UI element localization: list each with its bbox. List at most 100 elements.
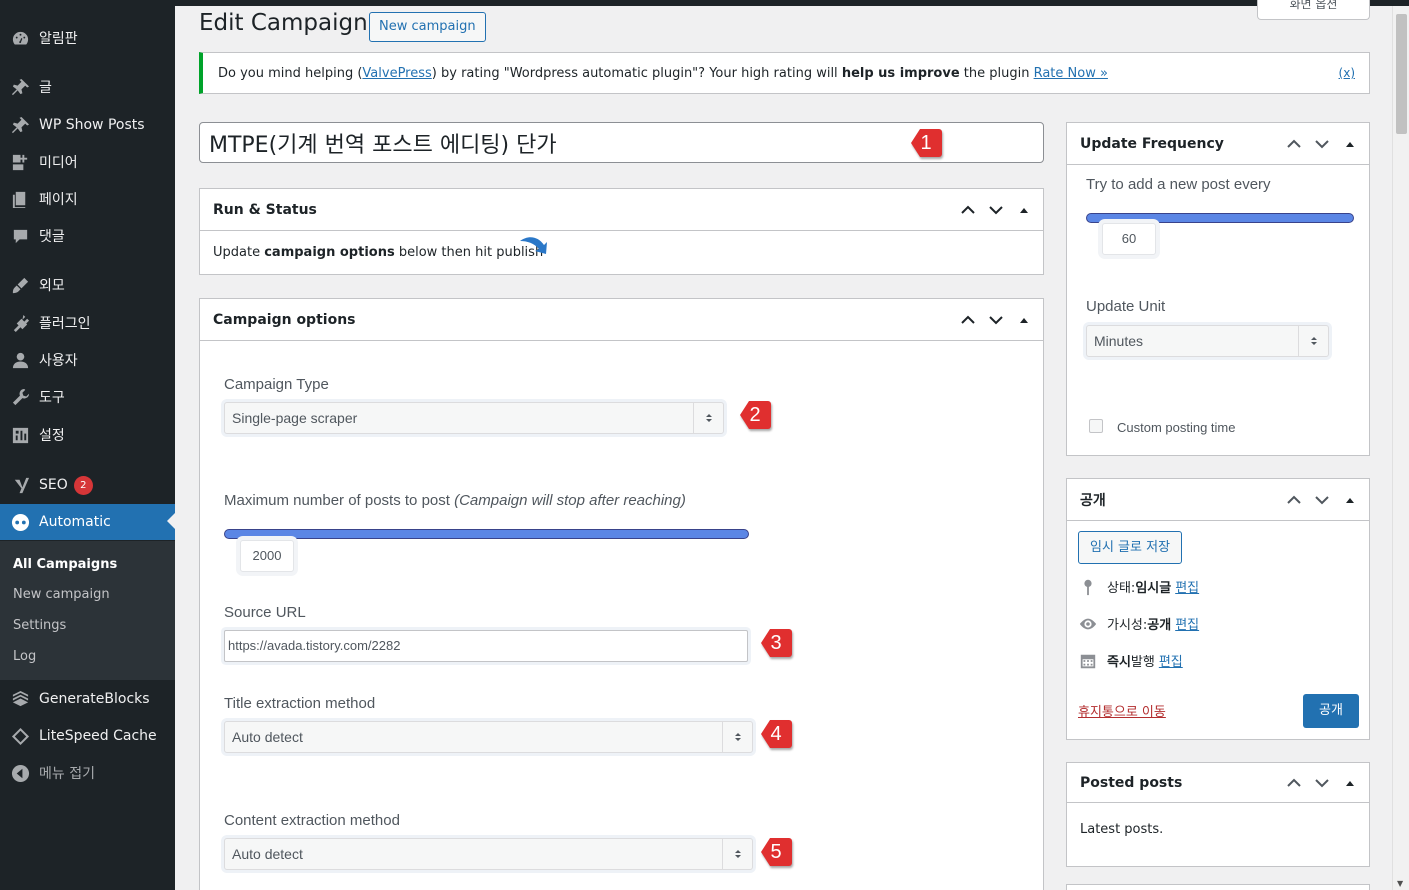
run-status-text: Update campaign options below then hit p… [213,245,543,260]
posted-posts-box: Posted posts Latest posts. [1066,762,1370,867]
menu-label: 페이지 [39,192,78,208]
update-frequency-box: Update Frequency [1066,122,1370,456]
campaign-type-select[interactable]: Single-page scraper [224,402,724,434]
new-campaign-button[interactable]: New campaign [369,12,486,42]
move-up-icon[interactable] [1283,772,1305,794]
menu-item-posts[interactable]: 글 [0,69,175,105]
status-row: 상태: 임시글 편집 [1079,577,1199,596]
postbox-header: Campaign options [200,299,1043,341]
menu-item-media[interactable]: 미디어 [0,144,175,180]
automatic-submenu: All Campaigns New campaign Settings Log [0,541,175,680]
menu-label: 미디어 [39,155,78,171]
collapse-menu-button[interactable]: 메뉴 접기 [0,755,175,791]
generateblocks-icon [10,689,30,709]
source-url-input[interactable]: https://avada.tistory.com/2282 [224,630,748,662]
annotation-marker-3: 3 [759,626,793,660]
edit-visibility-link[interactable]: 편집 [1175,614,1199,633]
menu-label: 글 [39,80,52,96]
frequency-slider[interactable] [1086,213,1354,223]
menu-item-dashboard[interactable]: 알림판 [0,20,175,56]
content-method-select[interactable]: Auto detect [224,838,753,870]
schedule-row: 즉시 발행 편집 [1079,651,1183,670]
menu-item-settings[interactable]: 설정 [0,417,175,453]
rating-notice: Do you mind helping (ValvePress) by rati… [199,52,1370,94]
max-posts-value[interactable]: 2000 [240,540,294,572]
move-up-icon[interactable] [957,199,979,221]
notice-text: ) by rating "Wordpress automatic plugin"… [431,66,842,81]
edit-schedule-link[interactable]: 편집 [1159,651,1183,670]
menu-item-wp-show-posts[interactable]: WP Show Posts [0,107,175,143]
menu-label: WP Show Posts [39,117,145,133]
max-posts-slider[interactable] [224,529,749,539]
move-down-icon[interactable] [1311,489,1333,511]
menu-item-automatic[interactable]: Automatic [0,504,175,540]
move-down-icon[interactable] [985,199,1007,221]
page-scrollbar[interactable]: ▼ [1392,6,1409,890]
media-icon [10,152,30,172]
edit-status-link[interactable]: 편집 [1175,577,1199,596]
move-down-icon[interactable] [1311,772,1333,794]
yoast-icon [10,475,30,495]
update-count-badge: 2 [73,475,93,495]
submenu-new-campaign[interactable]: New campaign [13,587,110,602]
row-value: 공개 [1147,618,1172,633]
menu-item-users[interactable]: 사용자 [0,342,175,378]
save-draft-button[interactable]: 임시 글로 저장 [1078,531,1183,564]
postbox-title: Update Frequency [1080,135,1224,152]
move-up-icon[interactable] [1283,489,1305,511]
move-up-icon[interactable] [1283,133,1305,155]
move-down-icon[interactable] [1311,133,1333,155]
submenu-all-campaigns[interactable]: All Campaigns [13,557,117,572]
menu-label: LiteSpeed Cache [39,728,157,744]
label-text: Maximum number of posts to post [224,492,455,509]
menu-label: Automatic [39,514,111,530]
menu-item-plugins[interactable]: 플러그인 [0,305,175,341]
label-note: (Campaign will stop after reaching) [454,492,686,509]
user-icon [10,350,30,370]
notice-text: Do you mind helping ( [218,66,363,81]
annotation-marker-5: 5 [759,835,793,869]
annotation-marker-2: 2 [738,398,772,432]
menu-label: 사용자 [39,353,78,369]
notice-dismiss-link[interactable]: (x) [1339,66,1355,80]
content-method-label: Content extraction method [224,812,400,829]
submenu-log[interactable]: Log [13,649,36,664]
notice-text: the plugin [959,66,1034,81]
menu-item-seo[interactable]: SEO 2 [0,467,175,503]
menu-item-comments[interactable]: 댓글 [0,218,175,254]
toggle-panel-icon[interactable] [1339,772,1361,794]
scroll-down-icon[interactable]: ▼ [1397,879,1403,888]
litespeed-icon [10,726,30,746]
marker-number: 5 [770,840,782,863]
submenu-settings[interactable]: Settings [13,618,66,633]
admin-bar [175,0,1409,6]
menu-item-pages[interactable]: 페이지 [0,181,175,217]
menu-item-litespeed-cache[interactable]: LiteSpeed Cache [0,718,175,754]
scrollbar-thumb[interactable] [1396,14,1407,134]
annotation-marker-1: 1 [909,126,943,160]
toggle-panel-icon[interactable] [1339,133,1361,155]
wrench-icon [10,387,30,407]
custom-time-checkbox[interactable] [1089,419,1103,433]
toggle-panel-icon[interactable] [1013,199,1035,221]
valvepress-link[interactable]: ValvePress [362,66,431,81]
source-url-label: Source URL [224,604,306,621]
toggle-panel-icon[interactable] [1013,309,1035,331]
title-method-select[interactable]: Auto detect [224,721,753,753]
toggle-panel-icon[interactable] [1339,489,1361,511]
rate-now-link[interactable]: Rate Now » [1034,66,1108,81]
move-to-trash-link[interactable]: 휴지통으로 이동 [1078,701,1166,720]
menu-label: 댓글 [39,229,65,245]
select-value: Single-page scraper [232,410,358,426]
frequency-value[interactable]: 60 [1102,223,1156,255]
postbox-title: Run & Status [213,201,317,218]
menu-item-appearance[interactable]: 외모 [0,267,175,303]
menu-item-tools[interactable]: 도구 [0,379,175,415]
update-unit-select[interactable]: Minutes [1086,325,1329,357]
publish-button[interactable]: 공개 [1303,694,1359,728]
menu-item-generateblocks[interactable]: GenerateBlocks [0,681,175,717]
screen-options-tab[interactable]: 화면 옵션 [1257,0,1370,20]
marker-number: 3 [770,631,782,654]
move-down-icon[interactable] [985,309,1007,331]
move-up-icon[interactable] [957,309,979,331]
